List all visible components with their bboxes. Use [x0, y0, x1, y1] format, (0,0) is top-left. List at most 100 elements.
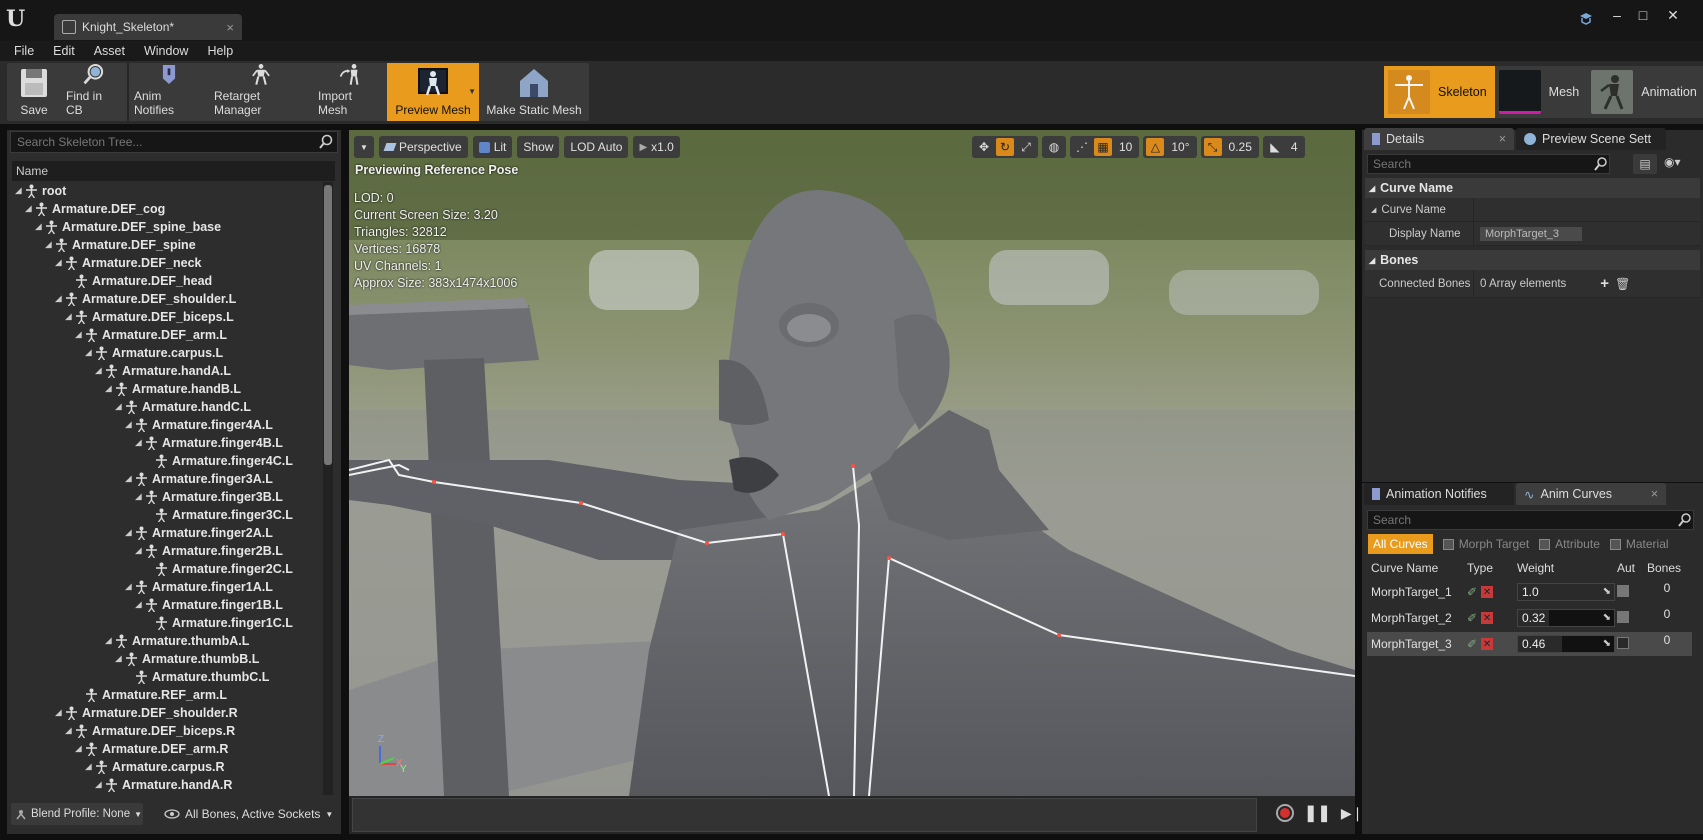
material-type-icon[interactable]: ✕ — [1481, 586, 1494, 598]
mode-skeleton-button[interactable]: Skeleton — [1384, 66, 1495, 118]
preview-mesh-button[interactable]: Preview Mesh ▼ — [387, 63, 479, 121]
show-button[interactable]: Show — [517, 136, 560, 158]
grid-snap-icon[interactable]: ▦ — [1094, 138, 1112, 156]
retarget-manager-button[interactable]: Retarget Manager — [209, 63, 313, 121]
filter-attribute[interactable]: Attribute — [1539, 534, 1600, 554]
weight-input[interactable]: 0.32 ⬊ — [1517, 609, 1615, 627]
lit-button[interactable]: Lit — [472, 136, 513, 158]
tab-preview-scene-settings[interactable]: Preview Scene Sett — [1516, 128, 1666, 150]
perspective-button[interactable]: Perspective — [379, 136, 468, 158]
material-type-icon[interactable]: ✕ — [1481, 638, 1494, 650]
tree-item[interactable]: ◢ Armature.DEF_spine_base — [34, 218, 221, 236]
expand-arrow-icon[interactable]: ◢ — [124, 416, 133, 434]
curve-row[interactable]: MorphTarget_2 ✐ ✕ 0.32 ⬊ 0 — [1367, 606, 1692, 630]
drag-handle-icon[interactable]: ⬊ — [1603, 584, 1611, 600]
tree-item[interactable]: ◢ Armature.finger3A.L — [124, 470, 273, 488]
filter-morph-target[interactable]: Morph Target — [1442, 534, 1529, 554]
step-forward-icon[interactable]: ▶❘ — [1341, 805, 1364, 822]
expand-arrow-icon[interactable]: ◢ — [74, 326, 83, 344]
expand-arrow-icon[interactable]: ◢ — [54, 290, 63, 308]
lod-button[interactable]: LOD Auto — [564, 136, 629, 158]
tree-item[interactable]: ◢ Armature.handA.R — [94, 776, 232, 794]
tree-item[interactable]: ◢ Armature.finger4B.L — [134, 434, 283, 452]
tree-item[interactable]: ◢ Armature.handA.L — [94, 362, 231, 380]
tree-item[interactable]: ◢ Armature.DEF_biceps.L — [64, 308, 234, 326]
curve-row[interactable]: MorphTarget_3 ✐ ✕ 0.46 ⬊ 0 — [1367, 632, 1692, 656]
surface-snap-icon[interactable]: ⋰ — [1073, 138, 1091, 156]
auto-checkbox[interactable] — [1617, 610, 1629, 623]
tree-item[interactable]: ◢ Armature.DEF_neck — [54, 254, 202, 272]
expand-arrow-icon[interactable]: ◢ — [54, 704, 63, 722]
tab-details[interactable]: Details × — [1364, 128, 1514, 150]
morph-target-type-icon[interactable]: ✐ — [1467, 611, 1477, 625]
expand-arrow-icon[interactable]: ◢ — [84, 344, 93, 362]
mode-animation-button[interactable]: Animation — [1587, 66, 1703, 118]
make-static-mesh-button[interactable]: Make Static Mesh — [479, 63, 589, 121]
col-weight[interactable]: Weight — [1517, 558, 1617, 578]
unreal-logo-icon[interactable]: U — [6, 6, 30, 32]
expand-arrow-icon[interactable]: ◢ — [64, 308, 73, 326]
scale-icon[interactable]: ⤢ — [1017, 138, 1035, 156]
tree-item[interactable]: Armature.thumbC.L — [124, 668, 269, 686]
expand-arrow-icon[interactable]: ◢ — [124, 578, 133, 596]
morph-target-type-icon[interactable]: ✐ — [1467, 585, 1477, 599]
tree-item[interactable]: ◢ Armature.handC.L — [114, 398, 251, 416]
camera-speed-group[interactable]: ◣ 4 — [1262, 136, 1305, 158]
tree-item[interactable]: Armature.finger4C.L — [144, 452, 293, 470]
expand-arrow-icon[interactable]: ◢ — [14, 182, 23, 200]
tree-item[interactable]: ◢ Armature.finger2A.L — [124, 524, 273, 542]
scale-snap-icon[interactable]: ⤡ — [1203, 138, 1222, 156]
find-in-cb-button[interactable]: Find in CB — [61, 63, 127, 121]
tree-item[interactable]: ◢ Armature.DEF_shoulder.L — [54, 290, 236, 308]
expand-arrow-icon[interactable]: ◢ — [54, 254, 63, 272]
display-name-field[interactable]: MorphTarget_3 — [1480, 226, 1582, 241]
tree-item[interactable]: ◢ Armature.thumbA.L — [104, 632, 249, 650]
section-curve-name[interactable]: ◢ Curve Name — [1365, 178, 1700, 198]
morph-target-type-icon[interactable]: ✐ — [1467, 637, 1477, 651]
rotate-icon[interactable]: ↻ — [996, 138, 1014, 156]
expand-arrow-icon[interactable]: ◢ — [104, 380, 113, 398]
minimize-button[interactable]: – — [1606, 6, 1628, 24]
pause-icon[interactable]: ❚❚ — [1304, 803, 1331, 823]
viewport-options-dropdown[interactable]: ▼ — [354, 136, 374, 158]
drag-handle-icon[interactable]: ⬊ — [1603, 610, 1611, 626]
expand-arrow-icon[interactable]: ◢ — [124, 524, 133, 542]
menu-edit[interactable]: Edit — [53, 41, 75, 61]
tree-item[interactable]: ◢ Armature.carpus.R — [84, 758, 225, 776]
filter-material[interactable]: Material — [1609, 534, 1669, 554]
timeline-scrubber[interactable] — [352, 798, 1257, 832]
weight-input[interactable]: 0.46 ⬊ — [1517, 635, 1615, 653]
tree-item[interactable]: Armature.REF_arm.L — [74, 686, 227, 704]
playback-speed-button[interactable]: ▶ x1.0 — [633, 136, 680, 158]
col-auto[interactable]: Aut — [1617, 558, 1642, 578]
tree-item[interactable]: ◢ Armature.finger2B.L — [134, 542, 283, 560]
col-curve-name[interactable]: Curve Name — [1367, 558, 1467, 578]
tree-item[interactable]: Armature.finger1C.L — [144, 614, 293, 632]
expand-arrow-icon[interactable]: ◢ — [124, 470, 133, 488]
tree-item[interactable]: Armature.finger2C.L — [144, 560, 293, 578]
tree-item[interactable]: ◢ Armature.finger1B.L — [134, 596, 283, 614]
auto-checkbox[interactable] — [1617, 584, 1629, 597]
expand-arrow-icon[interactable]: ◢ — [24, 200, 33, 218]
translate-icon[interactable]: ✥ — [975, 138, 993, 156]
property-matrix-icon[interactable]: ▤ — [1633, 154, 1657, 174]
add-element-icon[interactable]: + — [1600, 275, 1609, 292]
weight-input[interactable]: 1.0 ⬊ — [1517, 583, 1615, 601]
menu-help[interactable]: Help — [207, 41, 233, 61]
tree-scrollbar-thumb[interactable] — [324, 185, 332, 465]
preview-mesh-dropdown-icon[interactable]: ▼ — [468, 87, 476, 96]
expand-arrow-icon[interactable]: ◢ — [104, 632, 113, 650]
maximize-button[interactable]: □ — [1632, 6, 1654, 24]
tree-item[interactable]: ◢ Armature.thumbB.L — [114, 650, 259, 668]
material-type-icon[interactable]: ✕ — [1481, 612, 1494, 624]
filter-attribute-checkbox[interactable] — [1539, 538, 1551, 550]
rotation-snap-icon[interactable]: △ — [1146, 138, 1165, 156]
menu-file[interactable]: File — [14, 41, 34, 61]
tree-item[interactable]: Armature.handB.R — [104, 794, 242, 795]
menu-asset[interactable]: Asset — [94, 41, 125, 61]
document-tab[interactable]: Knight_Skeleton* × — [54, 14, 242, 40]
mode-mesh-button[interactable]: Mesh — [1495, 66, 1588, 118]
record-icon[interactable] — [1276, 804, 1294, 822]
expand-arrow-icon[interactable]: ◢ — [134, 488, 143, 506]
anim-notifies-button[interactable]: Anim Notifies — [129, 63, 209, 121]
